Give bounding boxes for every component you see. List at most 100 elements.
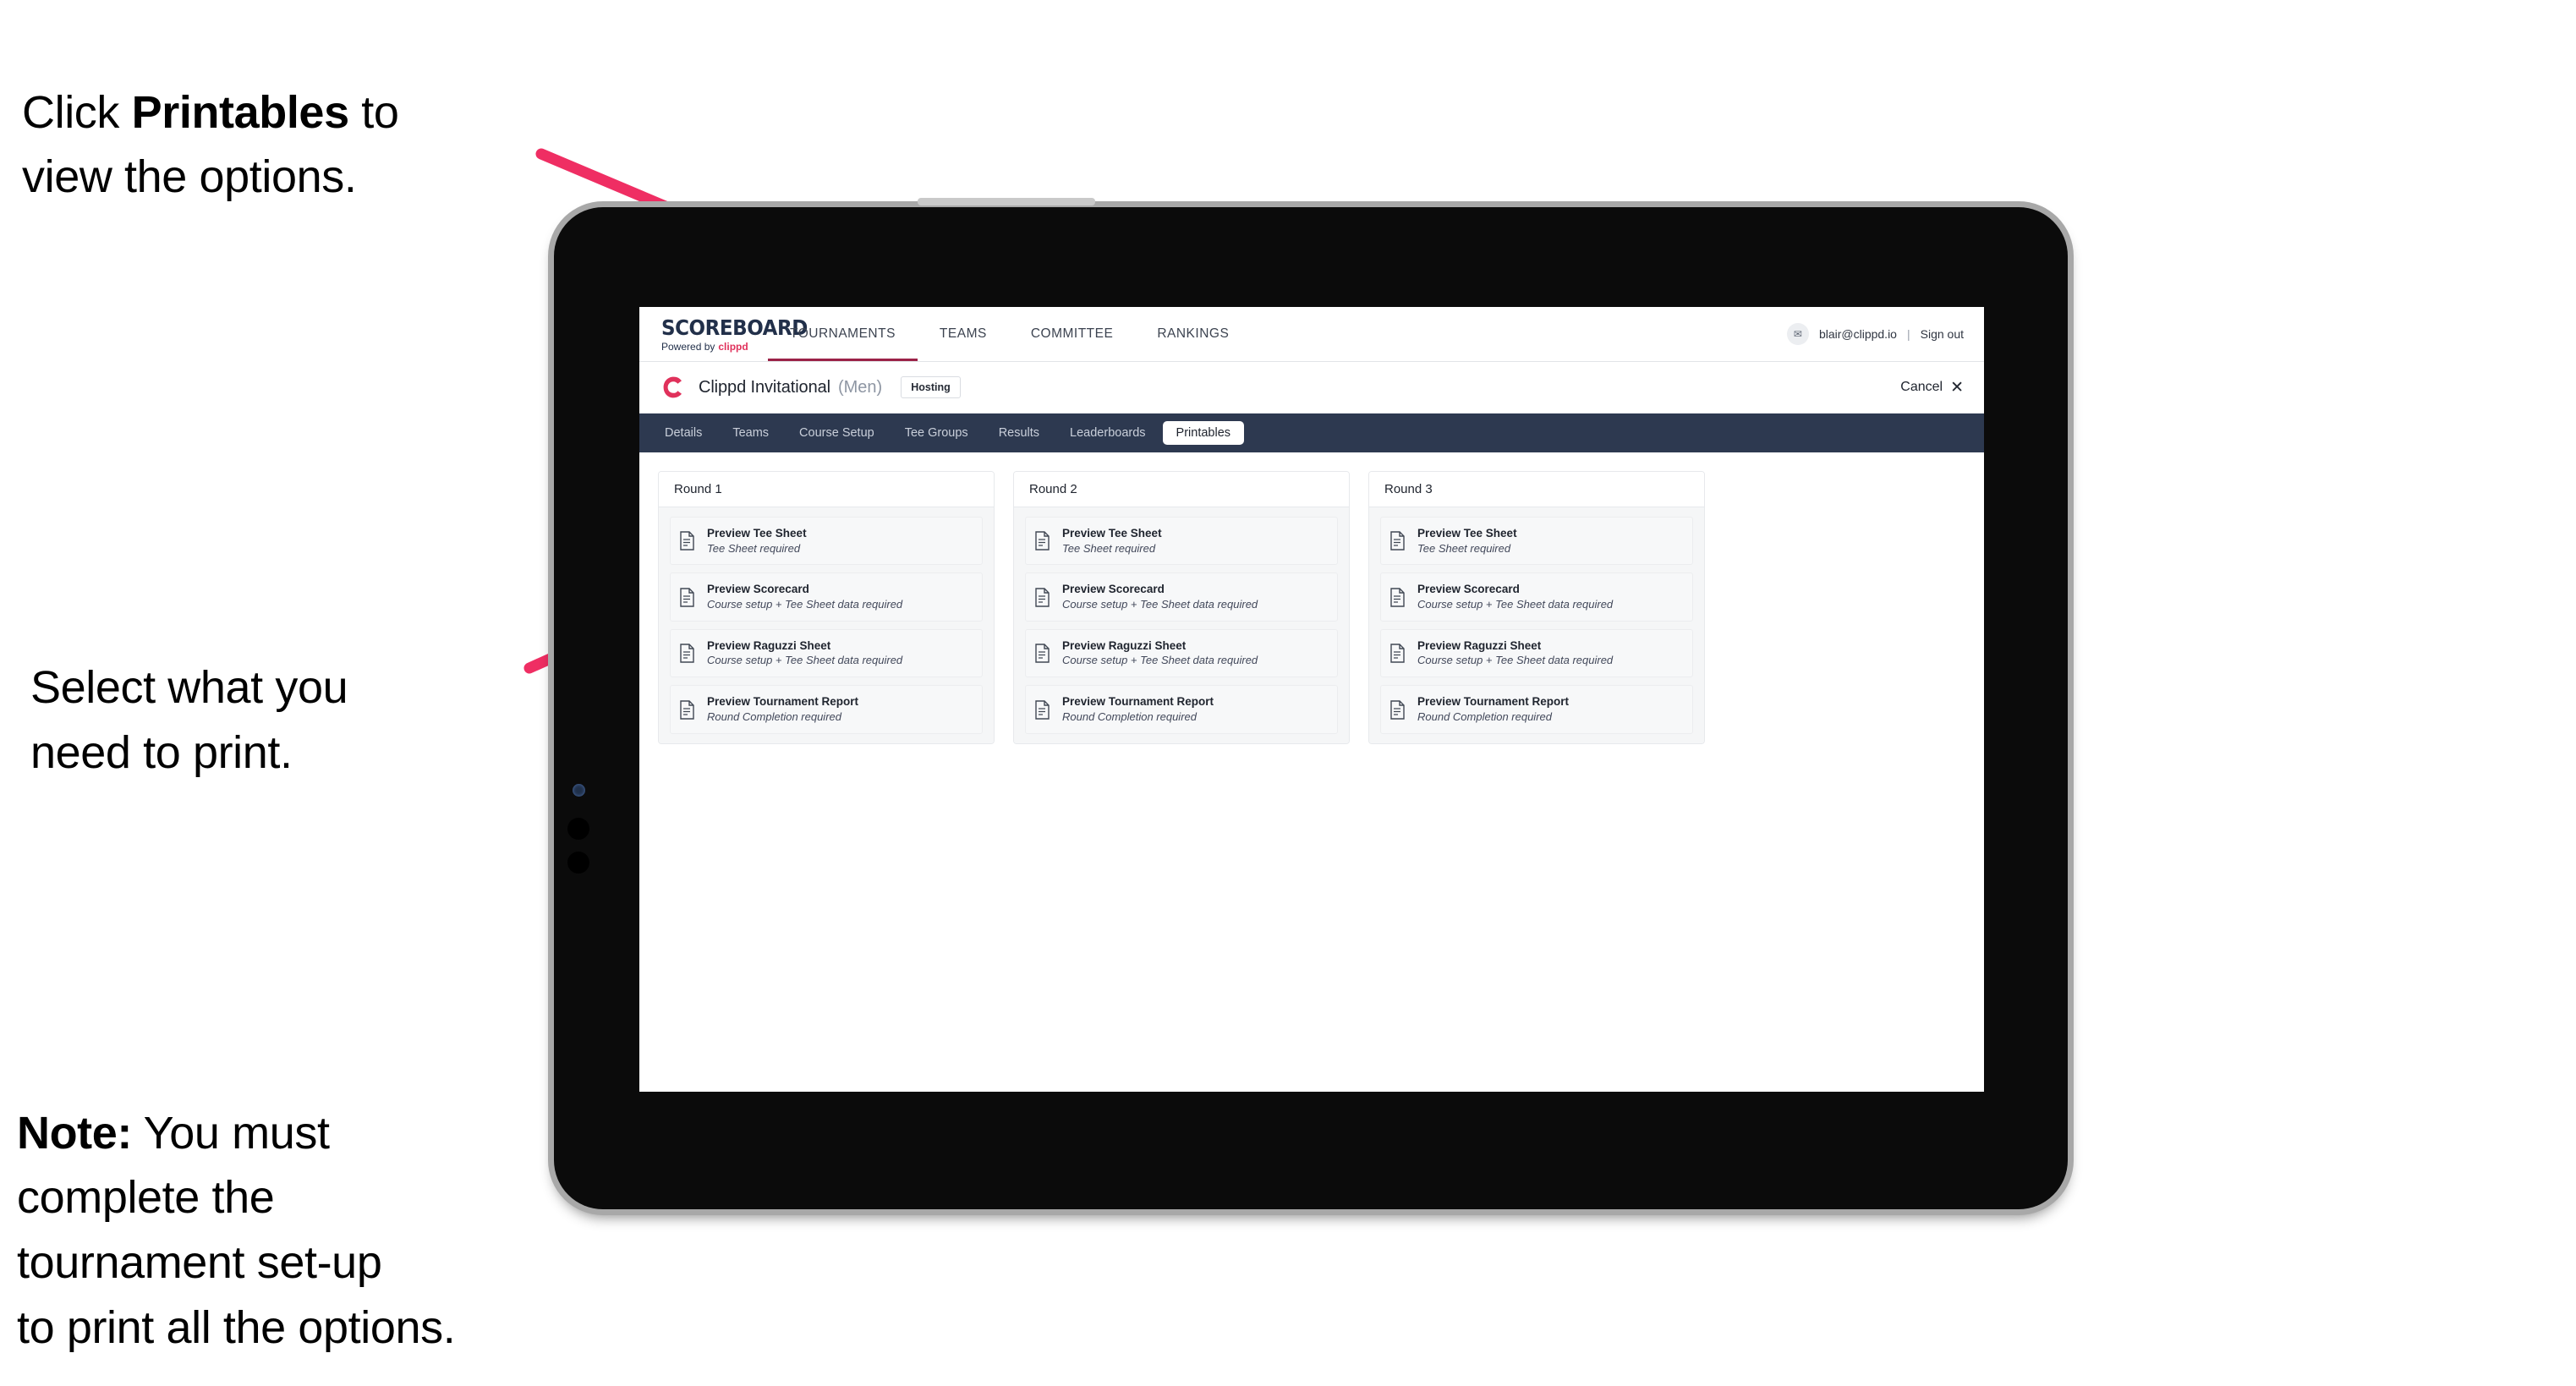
- close-icon: ✕: [1950, 378, 1964, 397]
- list-item-requirement: Round Completion required: [707, 709, 841, 723]
- document-icon: [1390, 644, 1405, 663]
- document-icon: [1390, 531, 1405, 551]
- brand-wordmark: SCOREBOARD: [661, 315, 808, 340]
- list-item-text: Preview Raguzzi Sheet Course setup + Tee…: [707, 639, 902, 667]
- round-column: Round 3 Preview Tee Sheet Tee Sheet requ…: [1368, 471, 1705, 744]
- list-item[interactable]: Preview Scorecard Course setup + Tee She…: [1025, 572, 1338, 622]
- list-item-requirement: Course setup + Tee Sheet data required: [1062, 654, 1258, 667]
- brand-logo[interactable]: SCOREBOARD Powered by clippd: [639, 307, 808, 361]
- round-item-list: Preview Tee Sheet Tee Sheet required Pre…: [1014, 507, 1349, 743]
- tournament-header: Clippd Invitational (Men) Hosting Cancel…: [639, 362, 1984, 414]
- list-item-text: Preview Tournament Report Round Completi…: [1062, 695, 1214, 723]
- round-title: Round 3: [1369, 472, 1704, 507]
- list-item[interactable]: Preview Raguzzi Sheet Course setup + Tee…: [1025, 628, 1338, 678]
- document-icon: [680, 587, 694, 607]
- brand-powered-by: Powered by: [661, 340, 715, 353]
- brand-tagline: Powered by clippd: [661, 342, 768, 352]
- tournament-name: Clippd Invitational: [699, 377, 830, 397]
- annotation-click-prefix: Click: [22, 86, 132, 138]
- list-item[interactable]: Preview Scorecard Course setup + Tee She…: [670, 572, 983, 622]
- global-nav-committee[interactable]: COMMITTEE: [1009, 307, 1136, 361]
- tab-results[interactable]: Results: [985, 421, 1053, 446]
- list-item-requirement: Course setup + Tee Sheet data required: [1417, 654, 1614, 667]
- tab-leaderboards[interactable]: Leaderboards: [1056, 421, 1159, 446]
- annotation-click-bold: Printables: [131, 86, 349, 138]
- global-nav-teams[interactable]: TEAMS: [918, 307, 1009, 361]
- document-icon: [680, 699, 694, 720]
- list-item[interactable]: Preview Tournament Report Round Completi…: [1025, 685, 1338, 734]
- global-nav-items: TOURNAMENTS TEAMS COMMITTEE RANKINGS: [768, 307, 1251, 361]
- document-icon: [1035, 699, 1050, 720]
- list-item[interactable]: Preview Tournament Report Round Completi…: [670, 685, 983, 734]
- user-email: blair@clippd.io: [1818, 327, 1897, 341]
- global-navigation-bar: SCOREBOARD Powered by clippd TOURNAMENTS…: [639, 307, 1984, 362]
- list-item-title: Preview Scorecard: [1062, 583, 1165, 596]
- list-item-text: Preview Raguzzi Sheet Course setup + Tee…: [1417, 639, 1613, 667]
- list-item-requirement: Course setup + Tee Sheet data required: [1062, 597, 1258, 611]
- list-item-text: Preview Scorecard Course setup + Tee She…: [1062, 583, 1258, 611]
- list-item-title: Preview Raguzzi Sheet: [1062, 638, 1187, 652]
- volume-down-button[interactable]: [567, 852, 589, 874]
- cancel-label: Cancel: [1900, 380, 1943, 394]
- document-icon: [1035, 644, 1050, 663]
- list-item-title: Preview Tournament Report: [1062, 695, 1214, 709]
- list-item-text: Preview Tee Sheet Tee Sheet required: [707, 527, 807, 555]
- list-item-requirement: Tee Sheet required: [707, 541, 801, 555]
- list-item-text: Preview Tournament Report Round Completi…: [1417, 695, 1569, 723]
- tab-teams[interactable]: Teams: [719, 421, 782, 446]
- list-item-requirement: Tee Sheet required: [1417, 541, 1511, 555]
- cancel-button[interactable]: Cancel ✕: [1900, 380, 1964, 396]
- global-nav-tournaments[interactable]: TOURNAMENTS: [768, 307, 918, 361]
- tab-details[interactable]: Details: [651, 421, 715, 446]
- list-item-text: Preview Raguzzi Sheet Course setup + Tee…: [1062, 639, 1258, 667]
- list-item[interactable]: Preview Scorecard Course setup + Tee She…: [1380, 572, 1693, 622]
- power-button[interactable]: [918, 198, 1095, 205]
- round-title: Round 1: [659, 472, 994, 507]
- list-item-requirement: Course setup + Tee Sheet data required: [707, 654, 903, 667]
- global-nav-rankings[interactable]: RANKINGS: [1135, 307, 1251, 361]
- tournament-gender: (Men): [837, 377, 883, 397]
- tab-printables[interactable]: Printables: [1162, 420, 1245, 446]
- section-tab-bar: Details Teams Course Setup Tee Groups Re…: [639, 414, 1984, 452]
- brand-clippd: clippd: [718, 340, 748, 353]
- list-item[interactable]: Preview Raguzzi Sheet Course setup + Tee…: [1380, 628, 1693, 678]
- sign-out-link[interactable]: Sign out: [1921, 327, 1964, 341]
- list-item[interactable]: Preview Tournament Report Round Completi…: [1380, 685, 1693, 734]
- list-item-requirement: Course setup + Tee Sheet data required: [707, 597, 903, 611]
- tab-tee-groups[interactable]: Tee Groups: [891, 421, 982, 446]
- tab-course-setup[interactable]: Course Setup: [786, 421, 888, 446]
- list-item-title: Preview Tournament Report: [1417, 695, 1570, 709]
- list-item-requirement: Round Completion required: [1417, 709, 1552, 723]
- list-item-title: Preview Tee Sheet: [1417, 527, 1517, 540]
- list-item[interactable]: Preview Tee Sheet Tee Sheet required: [1025, 517, 1338, 566]
- printables-panel: Round 1 Preview Tee Sheet Tee Sheet requ…: [639, 452, 1984, 1092]
- list-item-text: Preview Scorecard Course setup + Tee She…: [707, 583, 902, 611]
- list-item[interactable]: Preview Tee Sheet Tee Sheet required: [1380, 517, 1693, 566]
- account-area: ✉ blair@clippd.io | Sign out: [1786, 307, 1984, 361]
- list-item[interactable]: Preview Raguzzi Sheet Course setup + Tee…: [670, 628, 983, 678]
- list-item-text: Preview Tournament Report Round Completi…: [707, 695, 858, 723]
- front-camera-icon: [573, 784, 585, 797]
- document-icon: [1390, 699, 1405, 720]
- list-item-title: Preview Tee Sheet: [707, 527, 807, 540]
- document-icon: [1035, 587, 1050, 607]
- status-badge: Hosting: [901, 375, 961, 399]
- volume-up-button[interactable]: [567, 818, 589, 840]
- list-item-requirement: Course setup + Tee Sheet data required: [1417, 597, 1614, 611]
- round-title: Round 2: [1014, 472, 1349, 507]
- list-item-text: Preview Scorecard Course setup + Tee She…: [1417, 583, 1613, 611]
- round-item-list: Preview Tee Sheet Tee Sheet required Pre…: [1369, 507, 1704, 743]
- annotation-select-print: Select what you need to print.: [30, 662, 348, 778]
- list-item-title: Preview Raguzzi Sheet: [707, 638, 831, 652]
- list-item-title: Preview Tournament Report: [707, 695, 859, 709]
- document-icon: [1390, 587, 1405, 607]
- list-item-requirement: Round Completion required: [1062, 709, 1197, 723]
- list-item-title: Preview Raguzzi Sheet: [1417, 638, 1542, 652]
- list-item-requirement: Tee Sheet required: [1062, 541, 1156, 555]
- avatar[interactable]: ✉: [1786, 323, 1809, 345]
- nav-separator: |: [1906, 327, 1910, 341]
- document-icon: [680, 644, 694, 663]
- list-item-title: Preview Scorecard: [1417, 583, 1520, 596]
- list-item[interactable]: Preview Tee Sheet Tee Sheet required: [670, 517, 983, 566]
- list-item-title: Preview Scorecard: [707, 583, 809, 596]
